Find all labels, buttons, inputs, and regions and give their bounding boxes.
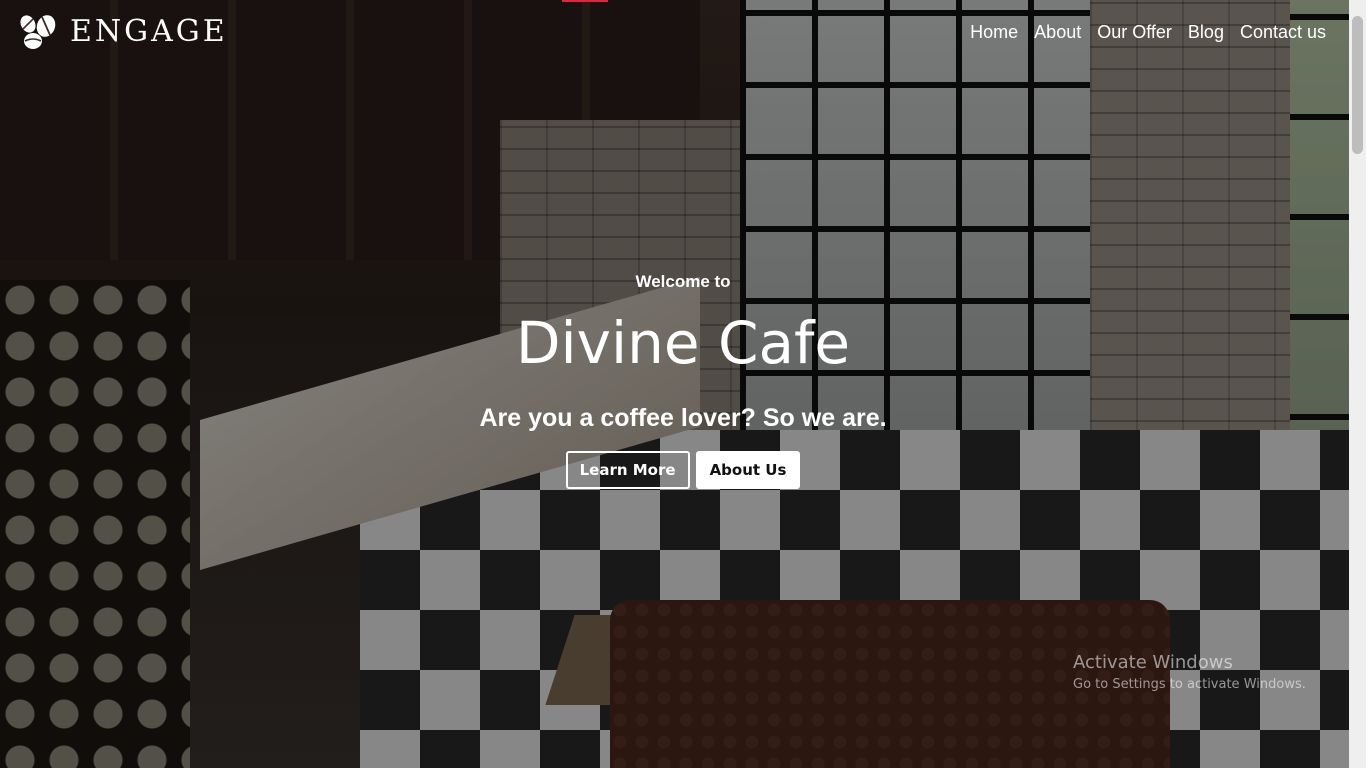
watermark-title: Activate Windows [1073, 652, 1233, 673]
learn-more-button[interactable]: Learn More [565, 451, 690, 489]
scrollbar-thumb[interactable] [1352, 16, 1363, 154]
nav-contact-us[interactable]: Contact us [1240, 18, 1326, 46]
navbar: ENGAGE Home About Our Offer Blog Contact… [0, 0, 1366, 64]
hero-welcome: Welcome to [635, 272, 731, 291]
nav-home[interactable]: Home [970, 18, 1018, 46]
nav-about[interactable]: About [1034, 18, 1081, 46]
hero-title: Divine Cafe [515, 309, 851, 377]
page-scrollbar[interactable] [1349, 0, 1366, 768]
nav-blog[interactable]: Blog [1188, 18, 1224, 46]
watermark-subtitle: Go to Settings to activate Windows. [1073, 677, 1306, 692]
hero-buttons: Learn More About Us [0, 451, 1366, 489]
nav-our-offer[interactable]: Our Offer [1097, 18, 1172, 46]
hero-tagline: Are you a coffee lover? So we are. [479, 404, 887, 432]
coffee-beans-icon [18, 14, 62, 50]
about-us-button[interactable]: About Us [695, 451, 801, 489]
brand-link[interactable]: ENGAGE [18, 14, 228, 50]
windows-activation-watermark: Activate Windows Go to Settings to activ… [1073, 652, 1306, 692]
brand-name: ENGAGE [70, 14, 228, 49]
hero-section: Welcome to Divine Cafe Are you a coffee … [0, 262, 1366, 489]
nav-menu: Home About Our Offer Blog Contact us [970, 18, 1326, 46]
